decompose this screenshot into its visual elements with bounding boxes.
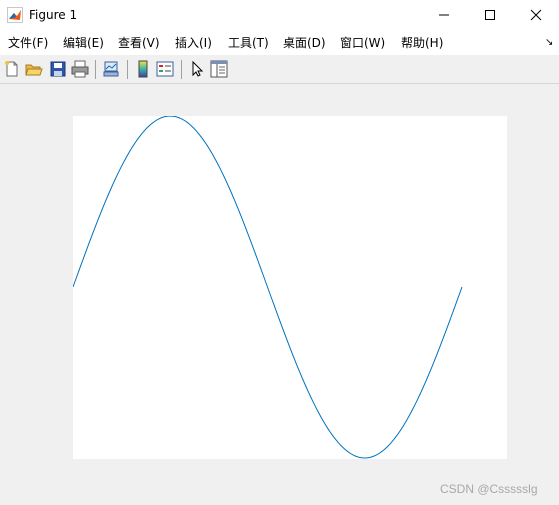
menu-help[interactable]: 帮助(H) xyxy=(401,35,443,51)
menu-edit[interactable]: 编辑(E) xyxy=(63,35,104,51)
insert-colorbar-icon[interactable] xyxy=(134,60,152,78)
print-icon[interactable] xyxy=(71,60,89,78)
minimize-icon xyxy=(439,14,449,16)
matlab-logo-icon xyxy=(7,7,23,23)
dock-figure-icon[interactable]: ↘ xyxy=(545,35,553,51)
new-figure-icon[interactable] xyxy=(3,60,21,78)
insert-legend-icon[interactable] xyxy=(156,60,174,78)
toolbar-separator xyxy=(127,60,128,79)
save-icon[interactable] xyxy=(49,60,67,78)
menu-window[interactable]: 窗口(W) xyxy=(340,35,385,51)
window-title: Figure 1 xyxy=(29,8,78,22)
open-file-icon[interactable] xyxy=(25,60,43,78)
sine-plot xyxy=(73,116,463,459)
figure-toolbar xyxy=(0,56,559,84)
menu-tools[interactable]: 工具(T) xyxy=(228,35,269,51)
edit-plot-icon[interactable] xyxy=(188,60,206,78)
menu-bar: 文件(F) 编辑(E) 查看(V) 插入(I) 工具(T) 桌面(D) 窗口(W… xyxy=(0,30,559,55)
maximize-icon xyxy=(485,10,495,20)
minimize-button[interactable] xyxy=(421,0,467,30)
menu-insert[interactable]: 插入(I) xyxy=(175,35,212,51)
close-icon xyxy=(530,9,542,21)
property-inspector-icon[interactable] xyxy=(210,60,228,78)
menu-file[interactable]: 文件(F) xyxy=(8,35,48,51)
close-button[interactable] xyxy=(513,0,559,30)
toolbar-separator xyxy=(95,60,96,79)
plot-axes[interactable] xyxy=(73,116,507,459)
sine-series-line xyxy=(73,116,463,459)
link-plot-icon[interactable] xyxy=(102,60,120,78)
toolbar-separator xyxy=(181,60,182,79)
menu-view[interactable]: 查看(V) xyxy=(118,35,160,51)
watermark: CSDN @Cssssslg xyxy=(440,482,538,496)
title-bar: Figure 1 xyxy=(0,0,559,30)
menu-desktop[interactable]: 桌面(D) xyxy=(283,35,326,51)
maximize-button[interactable] xyxy=(467,0,513,30)
